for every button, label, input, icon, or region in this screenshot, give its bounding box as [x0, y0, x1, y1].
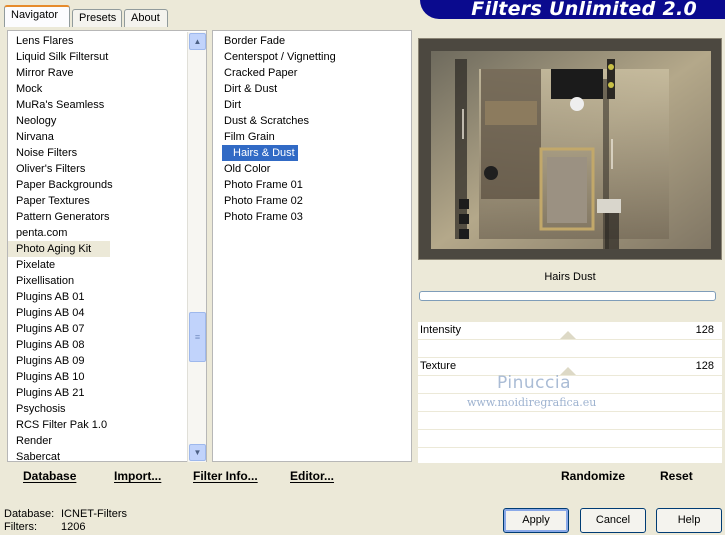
filter-row: Old Color	[213, 161, 411, 177]
filter-row: Border Fade	[213, 33, 411, 49]
category-item[interactable]: Pattern Generators	[8, 209, 110, 225]
database-status-value: ICNET-Filters	[61, 508, 127, 520]
filter-list-panel: Border Fade Centerspot / Vignetting Cracke…	[212, 30, 412, 462]
texture-label: Texture	[420, 360, 457, 372]
category-item[interactable]: Plugins AB 21	[8, 385, 110, 401]
filter-item[interactable]: Dirt	[213, 97, 411, 113]
filter-item[interactable]: Border Fade	[213, 33, 411, 49]
filters-count-value: 1206	[61, 521, 86, 533]
scroll-down-icon[interactable]: ▼	[189, 444, 206, 461]
filter-item[interactable]: Dirt & Dust	[213, 81, 411, 97]
category-item[interactable]: Nirvana	[8, 129, 110, 145]
category-item[interactable]: Plugins AB 04	[8, 305, 110, 321]
category-item[interactable]: Lens Flares	[8, 33, 110, 49]
tab-navigator[interactable]: Navigator	[4, 5, 70, 27]
category-item[interactable]: Paper Textures	[8, 193, 110, 209]
category-item[interactable]: Psychosis	[8, 401, 110, 417]
filter-row: Film Grain	[213, 129, 411, 145]
filter-item[interactable]: Dust & Scratches	[213, 113, 411, 129]
texture-value: 128	[695, 360, 714, 372]
filter-row: Dirt	[213, 97, 411, 113]
category-item[interactable]: Noise Filters	[8, 145, 110, 161]
filter-row: Photo Frame 03	[213, 209, 411, 225]
intensity-value: 128	[695, 324, 714, 336]
param-divider	[418, 429, 722, 430]
intensity-label: Intensity	[420, 324, 461, 336]
category-item[interactable]: penta.com	[8, 225, 110, 241]
category-item[interactable]: Pixelate	[8, 257, 110, 273]
filter-item[interactable]: Film Grain	[213, 129, 411, 145]
preview-image	[418, 38, 722, 260]
filter-item[interactable]: Photo Frame 01	[213, 177, 411, 193]
filter-row: Dirt & Dust	[213, 81, 411, 97]
category-item[interactable]: Render	[8, 433, 110, 449]
tab-presets[interactable]: Presets	[72, 9, 122, 27]
filter-item[interactable]: Cracked Paper	[213, 65, 411, 81]
tab-about[interactable]: About	[124, 9, 168, 27]
category-item[interactable]: RCS Filter Pak 1.0	[8, 417, 110, 433]
category-item[interactable]: Plugins AB 10	[8, 369, 110, 385]
scroll-grip-icon: ≡	[194, 332, 201, 342]
param-divider	[418, 393, 722, 394]
filter-item[interactable]: Old Color	[213, 161, 411, 177]
category-item[interactable]: Plugins AB 07	[8, 321, 110, 337]
command-bar: Database Import... Filter Info... Editor…	[7, 463, 412, 491]
intensity-slider-thumb[interactable]	[560, 331, 576, 339]
filter-item[interactable]: Hairs & Dust	[222, 145, 298, 161]
scroll-thumb[interactable]: ≡	[189, 312, 206, 362]
category-list: Lens Flares Liquid Silk Filtersut Mirror R…	[8, 33, 206, 465]
category-item[interactable]: Liquid Silk Filtersut	[8, 49, 110, 65]
editor-button[interactable]: Editor...	[290, 469, 334, 483]
help-button[interactable]: Help	[656, 508, 722, 533]
param-divider	[418, 447, 722, 448]
param-divider	[418, 339, 722, 340]
filter-info-button[interactable]: Filter Info...	[193, 469, 258, 483]
filter-row: Photo Frame 02	[213, 193, 411, 209]
import-button[interactable]: Import...	[114, 469, 161, 483]
filter-item[interactable]: Photo Frame 03	[213, 209, 411, 225]
filter-row: Cracked Paper	[213, 65, 411, 81]
category-item[interactable]: Oliver's Filters	[8, 161, 110, 177]
watermark-name: Pinuccia	[497, 373, 571, 393]
category-item[interactable]: MuRa's Seamless	[8, 97, 110, 113]
preview-progress-bar	[419, 291, 716, 301]
watermark-url: www.moidiregrafica.eu	[467, 396, 597, 409]
category-item[interactable]: Mock	[8, 81, 110, 97]
reset-button[interactable]: Reset	[660, 469, 693, 483]
filter-item[interactable]: Centerspot / Vignetting	[213, 49, 411, 65]
category-scrollbar[interactable]: ▲ ≡ ▼	[187, 32, 206, 462]
randomize-button[interactable]: Randomize	[561, 469, 625, 483]
filter-item[interactable]: Photo Frame 02	[213, 193, 411, 209]
preview-artwork	[419, 39, 721, 259]
category-item[interactable]: Plugins AB 01	[8, 289, 110, 305]
param-divider	[418, 411, 722, 412]
category-item[interactable]: Plugins AB 08	[8, 337, 110, 353]
filter-row: Dust & Scratches	[213, 113, 411, 129]
category-list-panel: Lens Flares Liquid Silk Filtersut Mirror R…	[7, 30, 207, 465]
category-item[interactable]: Pixellisation	[8, 273, 110, 289]
filters-count-label: Filters:	[4, 521, 37, 533]
filter-row: Hairs & Dust	[213, 145, 411, 161]
category-item[interactable]: Paper Backgrounds	[8, 177, 113, 193]
app-title: Filters Unlimited 2.0	[471, 0, 697, 20]
filter-list: Border Fade Centerspot / Vignetting Cracke…	[213, 33, 411, 225]
category-item[interactable]: Plugins AB 09	[8, 353, 110, 369]
preview-filter-name: Hairs Dust	[418, 266, 722, 288]
filter-row: Centerspot / Vignetting	[213, 49, 411, 65]
apply-button[interactable]: Apply	[503, 508, 569, 533]
category-item[interactable]: Mirror Rave	[8, 65, 110, 81]
title-banner: Filters Unlimited 2.0	[420, 0, 725, 20]
database-button[interactable]: Database	[23, 469, 76, 483]
scroll-up-icon[interactable]: ▲	[189, 33, 206, 50]
param-divider	[418, 321, 722, 322]
database-status-label: Database:	[4, 508, 55, 520]
filter-row: Photo Frame 01	[213, 177, 411, 193]
param-divider	[418, 357, 722, 358]
cancel-button[interactable]: Cancel	[580, 508, 646, 533]
category-item[interactable]: Neology	[8, 113, 110, 129]
category-item[interactable]: Photo Aging Kit	[8, 241, 110, 257]
